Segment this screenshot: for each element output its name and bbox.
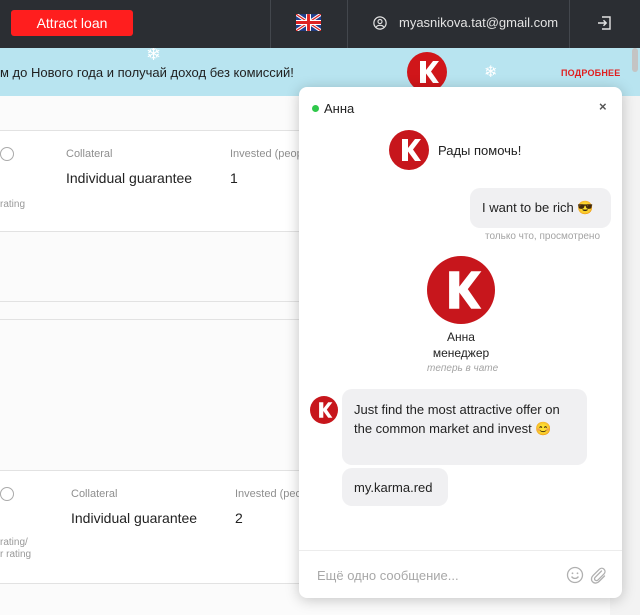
chat-widget: Анна × Рады помочь! I want to be rich 😎 … (299, 87, 622, 598)
karma-avatar-icon (389, 130, 429, 170)
manager-avatar-icon (427, 256, 495, 324)
invested-value: 1 (230, 170, 238, 186)
chat-agent-name: Анна (324, 101, 355, 116)
chat-input-bar (299, 550, 622, 598)
info-icon[interactable] (0, 147, 14, 161)
agent-message-link[interactable]: my.karma.red (354, 478, 433, 497)
agent-message-bubble: Just find the most attractive offer on t… (342, 389, 587, 465)
user-message-text: I want to be rich 😎 (482, 200, 594, 215)
agent-message-text: Just find the most attractive offer on t… (354, 402, 560, 436)
emoji-icon[interactable] (566, 566, 584, 584)
banner-text: м до Нового года и получай доход без ком… (0, 65, 294, 80)
manager-name: Анна (447, 330, 475, 344)
karma-logo-icon (407, 52, 447, 92)
rating-label: rating/ (0, 537, 28, 548)
collateral-header: Collateral (66, 148, 113, 160)
attract-loan-button[interactable]: Attract loan (11, 10, 133, 36)
collateral-header: Collateral (71, 488, 118, 500)
divider (270, 0, 271, 48)
uk-flag-icon[interactable] (296, 14, 321, 31)
divider (347, 0, 348, 48)
snowflake-icon: ❄ (484, 64, 498, 81)
agent-message-bubble: my.karma.red (342, 468, 448, 506)
invested-header: Invested (peop (230, 148, 303, 160)
info-icon[interactable] (0, 487, 14, 501)
chat-message-input[interactable] (317, 566, 537, 584)
close-chat-button[interactable]: × (599, 99, 607, 114)
divider (569, 0, 570, 48)
rating-label: rating (0, 199, 26, 210)
user-email-link[interactable]: myasnikova.tat@gmail.com (399, 15, 558, 30)
collateral-value: Individual guarantee (71, 510, 198, 526)
snowflake-icon: ❄ (146, 48, 162, 64)
invested-header: Invested (peo (235, 488, 302, 500)
rating-label: r rating (0, 549, 32, 560)
online-status-icon (312, 105, 319, 112)
invested-value: 2 (235, 510, 243, 526)
greeting-message: Рады помочь! (438, 143, 522, 158)
user-message-bubble: I want to be rich 😎 (470, 188, 611, 228)
manager-status: теперь в чате (427, 363, 499, 374)
top-navigation-bar: Attract loan myasnikova.tat@gmail.com (0, 0, 640, 48)
logout-icon[interactable] (596, 15, 612, 31)
paperclip-icon[interactable] (589, 566, 607, 584)
user-icon (373, 16, 387, 30)
scrollbar[interactable] (632, 48, 638, 72)
collateral-value: Individual guarantee (66, 170, 193, 186)
karma-avatar-icon (310, 396, 338, 424)
banner-more-link[interactable]: ПОДРОБНЕЕ (561, 68, 620, 78)
message-status: только что, просмотрено (485, 231, 601, 242)
manager-role: менеджер (432, 346, 490, 360)
chat-header: Анна × (299, 87, 622, 127)
